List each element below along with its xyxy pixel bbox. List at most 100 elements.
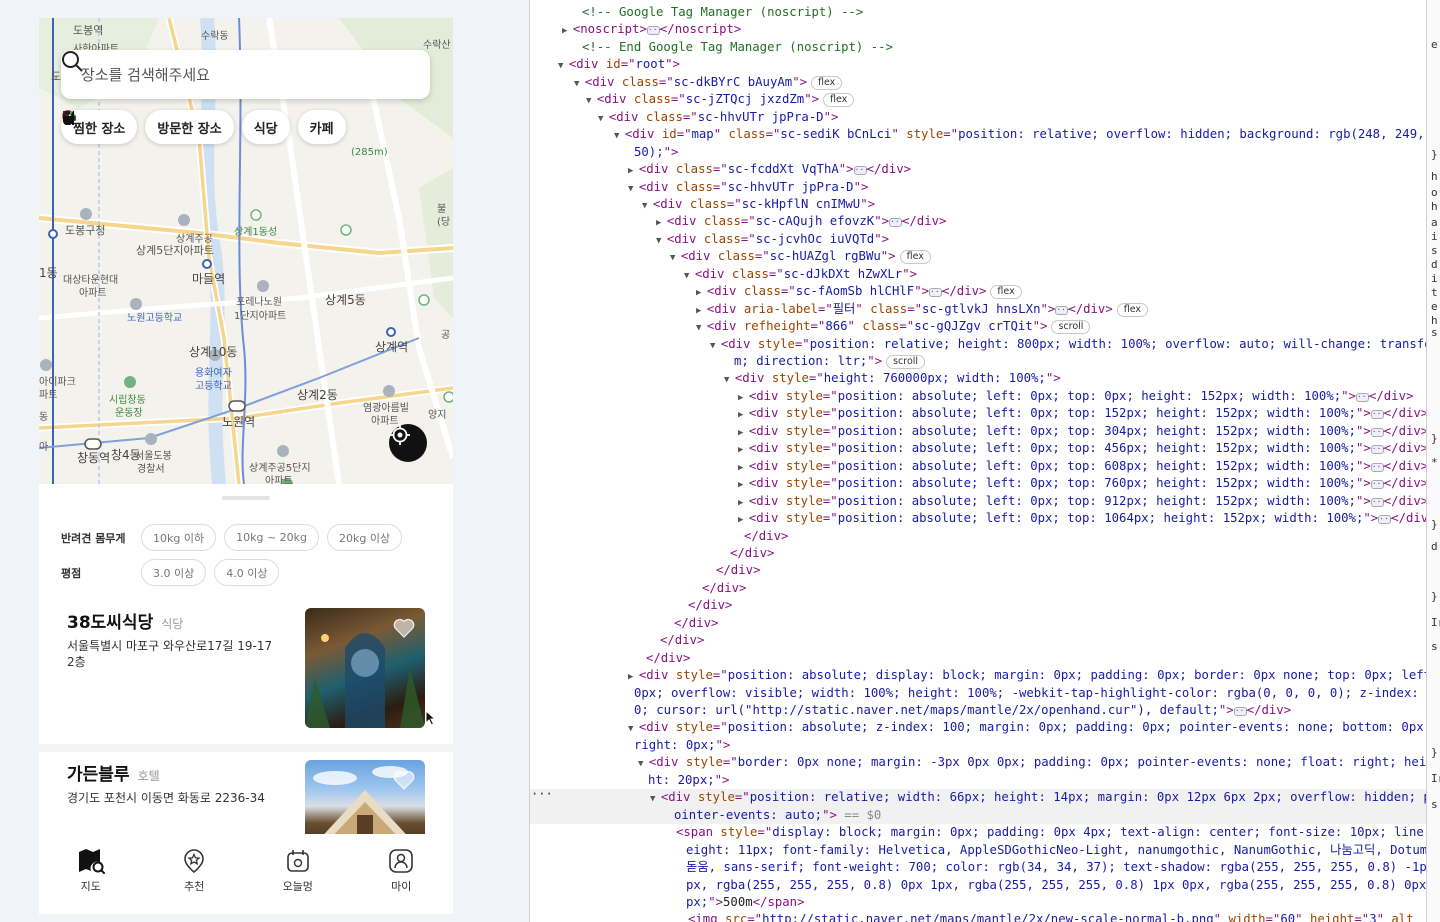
sheet-drag-handle[interactable] (222, 496, 270, 500)
expand-toggle-icon[interactable]: ▼ (628, 724, 639, 734)
dom-node-line[interactable]: px;">500m</span> (530, 894, 1426, 912)
dom-node-line[interactable]: </div> (530, 528, 1426, 546)
filter-option[interactable]: 4.0 이상 (214, 559, 280, 586)
dom-node-line[interactable]: <img src="http://static.naver.net/maps/m… (530, 911, 1426, 922)
place-search-bar[interactable]: 장소를 검색해주세요 (61, 50, 430, 99)
place-card[interactable]: 38도씨식당 식당 서울특별시 마포구 와우산로17길 19-17 2층 (39, 608, 453, 744)
ellipsis-icon[interactable]: ··· (1378, 515, 1394, 525)
layout-badge[interactable]: flex (823, 93, 855, 108)
dom-node-line[interactable]: ▼ <div style="position: absolute; z-inde… (530, 719, 1426, 737)
dom-node-line[interactable]: ▼ <div class="sc-dkBYrC bAuyAm"> flex (530, 74, 1426, 92)
dom-node-line[interactable]: 0; cursor: url("http://static.naver.net/… (530, 702, 1426, 720)
layout-badge[interactable]: scroll (1051, 320, 1091, 335)
dom-node-line[interactable]: ▶ <div style="position: absolute; left: … (530, 458, 1426, 476)
more-actions-icon[interactable]: ··· (531, 787, 553, 801)
layout-badge[interactable]: flex (990, 285, 1022, 300)
expand-toggle-icon[interactable]: ▼ (586, 96, 597, 106)
tab-my[interactable]: 마이 (350, 834, 454, 914)
dom-node-line[interactable]: ▶ <div style="position: absolute; left: … (530, 440, 1426, 458)
dom-node-line[interactable]: ▼ <div refheight="866" class="sc-gQJZgv … (530, 318, 1426, 336)
dom-node-line[interactable]: 돋움, sans-serif; font-weight: 700; color:… (530, 859, 1426, 877)
dom-node-line[interactable]: ▼ <div id="root"> (530, 56, 1426, 74)
ellipsis-icon[interactable]: ··· (1355, 392, 1371, 402)
dom-node-line[interactable]: ▼ <div style="height: 760000px; width: 1… (530, 370, 1426, 388)
heart-icon[interactable] (393, 618, 415, 638)
dom-node-line[interactable]: ▼ <div class="sc-hhvUTr jpPra-D"> (530, 109, 1426, 127)
layout-badge[interactable]: flex (811, 75, 843, 90)
map-view[interactable]: 도봉역 사한아파트 수락동 수락산 도 도봉구청 상계주공 상계5단지아파트 상… (39, 18, 453, 484)
dom-node-line[interactable]: ▼ <div style="position: relative; height… (530, 336, 1426, 354)
dom-node-line[interactable]: ▶ <div class="sc-fAomSb hlCHlF">···</div… (530, 283, 1426, 301)
dom-node-line[interactable]: ▼ <div class="sc-jcvhOc iuVQTd"> (530, 231, 1426, 249)
ellipsis-icon[interactable]: ··· (853, 166, 869, 176)
expand-toggle-icon[interactable]: ▼ (638, 759, 649, 769)
ellipsis-icon[interactable]: ··· (1370, 410, 1386, 420)
ellipsis-icon[interactable]: ··· (1370, 497, 1386, 507)
expand-toggle-icon[interactable]: ▶ (628, 672, 639, 682)
dom-node-line[interactable]: ▼ <div id="map" class="sc-sediK bCnLci" … (530, 126, 1426, 144)
expand-toggle-icon[interactable]: ▶ (738, 498, 749, 508)
expand-toggle-icon[interactable]: ▶ (738, 515, 749, 525)
place-photo[interactable] (305, 608, 425, 728)
tab-today[interactable]: 오늘멍 (246, 834, 350, 914)
filter-option[interactable]: 3.0 이상 (141, 559, 207, 586)
expand-toggle-icon[interactable]: ▼ (614, 131, 625, 141)
dom-node-line[interactable]: eight: 11px; font-family: Helvetica, App… (530, 842, 1426, 860)
dom-node-line[interactable]: right: 0px;"> (530, 737, 1426, 755)
expand-toggle-icon[interactable]: ▶ (738, 480, 749, 490)
expand-toggle-icon[interactable]: ▼ (670, 253, 681, 263)
heart-icon[interactable] (393, 770, 415, 790)
ellipsis-icon[interactable]: ··· (889, 218, 904, 228)
dom-node-line[interactable]: ▼ <div class="sc-kHpflN cnIMwU"> (530, 196, 1426, 214)
search-icon[interactable] (61, 50, 83, 72)
expand-toggle-icon[interactable]: ▼ (598, 114, 609, 124)
dom-node-line[interactable]: <!-- End Google Tag Manager (noscript) -… (530, 39, 1426, 57)
chip-cafe[interactable]: 카페 (63, 110, 346, 144)
places-bottom-sheet[interactable]: 반려견 몸무게 10kg 이하 10kg ~ 20kg 20kg 이상 평점 3… (39, 484, 453, 850)
chip-visited[interactable]: 방문한 장소 (62, 110, 234, 144)
dom-node-line[interactable]: ▶ <div style="position: absolute; left: … (530, 475, 1426, 493)
expand-toggle-icon[interactable]: ▶ (738, 410, 749, 420)
dom-node-line[interactable]: ht: 20px;"> (530, 772, 1426, 790)
dom-node-line[interactable]: </div> (530, 597, 1426, 615)
dom-node-line[interactable]: </div> (530, 562, 1426, 580)
dom-node-line[interactable]: 50);"> (530, 144, 1426, 162)
search-placeholder[interactable]: 장소를 검색해주세요 (81, 64, 410, 85)
current-location-button[interactable] (389, 424, 427, 462)
dom-node-line[interactable]: ▶ <div style="position: absolute; left: … (530, 423, 1426, 441)
expand-toggle-icon[interactable]: ▶ (738, 428, 749, 438)
expand-toggle-icon[interactable]: ▼ (650, 794, 661, 804)
devtools-elements-panel[interactable]: <!-- Google Tag Manager (noscript) --> ▶ … (529, 0, 1426, 922)
ellipsis-icon[interactable]: ··· (646, 26, 662, 36)
expand-toggle-icon[interactable]: ▶ (738, 445, 749, 455)
code-token[interactable]: http://static.naver.net/maps/mantle/2x/n… (762, 912, 1214, 922)
ellipsis-icon[interactable]: ··· (1370, 480, 1386, 490)
dom-node-line[interactable]: ▼ <div style="position: relative; width:… (530, 789, 1426, 807)
dom-node-line[interactable]: ▶ <div style="position: absolute; left: … (530, 510, 1426, 528)
dom-node-line[interactable]: ointer-events: auto;"> == $0 (530, 806, 1426, 825)
dom-node-line[interactable]: ▶ <div style="position: absolute; left: … (530, 493, 1426, 511)
dom-node-line[interactable]: ▶ <div style="position: absolute; displa… (530, 667, 1426, 685)
dom-node-line[interactable]: <!-- Google Tag Manager (noscript) --> (530, 4, 1426, 22)
chip-restaurant[interactable]: 식당 (63, 110, 290, 144)
dom-node-line[interactable]: m; direction: ltr;"> scroll (530, 353, 1426, 371)
dom-node-line[interactable]: ▶ <div class="sc-cAQujh efovzK">···</div… (530, 213, 1426, 231)
filter-option[interactable]: 10kg 이하 (141, 524, 217, 551)
ellipsis-icon[interactable]: ··· (1370, 445, 1386, 455)
dom-node-line[interactable]: ▶ <div style="position: absolute; left: … (530, 405, 1426, 423)
ellipsis-icon[interactable]: ··· (929, 288, 944, 298)
dom-node-line[interactable]: ▼ <div class="sc-hhvUTr jpPra-D"> (530, 179, 1426, 197)
dom-node-line[interactable]: ▼ <div class="sc-jZTQcj jxzdZm"> flex (530, 91, 1426, 109)
filter-option[interactable]: 20kg 이상 (327, 524, 403, 551)
tab-map[interactable]: 지도 (39, 834, 143, 914)
layout-badge[interactable]: flex (899, 250, 931, 265)
ellipsis-icon[interactable]: ··· (1370, 427, 1386, 437)
expand-toggle-icon[interactable]: ▶ (562, 26, 573, 36)
dom-node-line[interactable]: ▶ <div style="position: absolute; left: … (530, 388, 1426, 406)
dom-node-line[interactable]: ▼ <div class="sc-dJkDXt hZwXLr"> (530, 266, 1426, 284)
place-photo[interactable] (305, 760, 425, 844)
expand-toggle-icon[interactable]: ▼ (710, 341, 721, 351)
expand-toggle-icon[interactable]: ▼ (642, 201, 653, 211)
dom-node-line[interactable]: ▶ <div aria-label="필터" class="sc-gtlvkJ … (530, 301, 1426, 319)
dom-node-line[interactable]: </div> (530, 632, 1426, 650)
